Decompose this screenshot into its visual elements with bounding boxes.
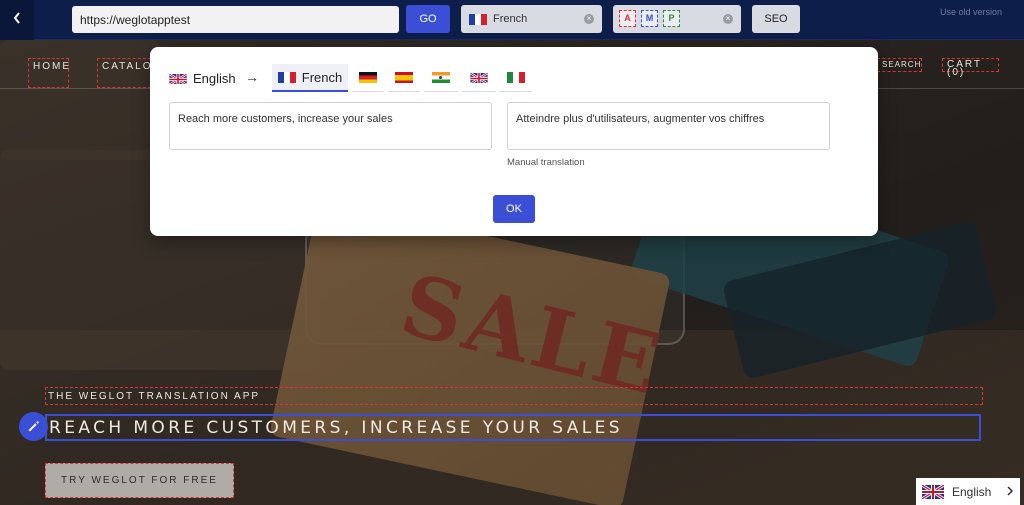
hero-title[interactable]: REACH MORE CUSTOMERS, INCREASE YOUR SALE… [45, 414, 981, 441]
editor-toolbar: GO French × A M P × SEO Use old version [0, 0, 1024, 40]
tab-german[interactable] [352, 64, 384, 92]
hero-kicker[interactable]: THE WEGLOT TRANSLATION APP [45, 387, 983, 405]
source-text-box: Reach more customers, increase your sale… [169, 102, 492, 150]
source-language-label: English [193, 71, 236, 86]
try-weglot-button[interactable]: TRY WEGLOT FOR FREE [45, 463, 234, 498]
site-nav-search[interactable]: SEARCH [877, 58, 922, 72]
language-select[interactable]: French × [461, 5, 602, 33]
back-button[interactable] [0, 0, 34, 40]
flag-it-icon [506, 72, 525, 83]
flag-uk-icon [169, 73, 187, 84]
tab-spanish[interactable] [388, 64, 420, 92]
language-switcher-label: English [952, 484, 992, 499]
pencil-icon[interactable] [19, 412, 48, 441]
amp-tag-p[interactable]: P [663, 10, 680, 27]
site-nav-catalog[interactable]: CATALOG [97, 58, 151, 88]
tab-french[interactable]: French [272, 64, 348, 92]
amp-selector[interactable]: A M P × [613, 5, 741, 33]
amp-tag-a[interactable]: A [619, 10, 636, 27]
site-nav-cart[interactable]: CART (0) [942, 58, 999, 78]
clear-icon[interactable]: × [584, 14, 594, 24]
language-select-value: French [493, 13, 528, 25]
tab-french-label: French [301, 69, 343, 85]
chevron-right-icon [1006, 485, 1014, 499]
translation-type-note: Manual translation [507, 157, 585, 168]
flag-fr-icon [469, 13, 487, 25]
site-nav-home[interactable]: HOME [28, 58, 69, 88]
tab-english[interactable] [462, 64, 496, 92]
flag-es-icon [395, 72, 413, 83]
ok-button[interactable]: OK [493, 195, 535, 223]
flag-fr-icon [277, 71, 296, 83]
translation-modal: English → French Reach more customers, i… [150, 47, 878, 236]
back-chevron-icon [12, 11, 22, 30]
flag-uk-icon [470, 72, 488, 83]
source-language: English [169, 71, 236, 86]
arrow-icon: → [245, 69, 259, 85]
translation-text-field[interactable]: Atteindre plus d'utilisateurs, augmenter… [507, 102, 830, 150]
go-button[interactable]: GO [406, 5, 450, 33]
flag-uk-icon [922, 484, 944, 499]
flag-in-icon [432, 72, 450, 83]
seo-button[interactable]: SEO [752, 5, 800, 33]
amp-tag-m[interactable]: M [641, 10, 658, 27]
use-old-version-link[interactable]: Use old version [940, 7, 1002, 17]
clear-icon[interactable]: × [723, 14, 733, 24]
language-switcher[interactable]: English [916, 478, 1020, 505]
flag-de-icon [359, 72, 377, 83]
tab-hindi[interactable] [424, 64, 458, 92]
tab-italian[interactable] [499, 64, 532, 92]
url-input[interactable] [72, 6, 399, 33]
